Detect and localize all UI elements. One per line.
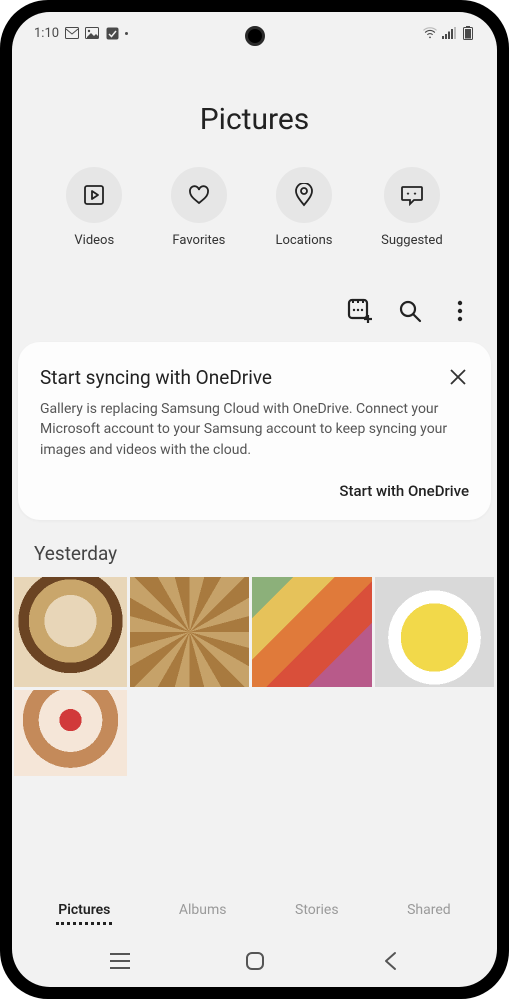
nav-back-button[interactable] bbox=[376, 947, 404, 975]
quick-access-row: Videos Favorites Locations bbox=[12, 167, 497, 248]
bottom-tabs: Pictures Albums Stories Shared bbox=[12, 878, 497, 935]
back-icon bbox=[383, 951, 397, 971]
quick-label: Locations bbox=[275, 233, 332, 248]
thumbnail-grid bbox=[12, 577, 497, 776]
battery-icon bbox=[461, 26, 475, 40]
status-time: 1:10 bbox=[34, 26, 59, 41]
recents-icon bbox=[109, 952, 131, 970]
tab-stories[interactable]: Stories bbox=[293, 898, 341, 925]
tab-pictures[interactable]: Pictures bbox=[56, 898, 112, 925]
more-icon bbox=[457, 300, 463, 322]
card-action-button[interactable]: Start with OneDrive bbox=[40, 482, 469, 500]
dot-icon bbox=[125, 32, 128, 35]
suggested-icon bbox=[400, 184, 424, 206]
photo-thumbnail[interactable] bbox=[130, 577, 248, 687]
create-button[interactable] bbox=[347, 298, 373, 324]
photo-thumbnail[interactable] bbox=[252, 577, 373, 687]
card-title: Start syncing with OneDrive bbox=[40, 366, 272, 389]
image-icon bbox=[85, 26, 99, 40]
front-camera-cutout bbox=[245, 26, 265, 46]
quick-favorites[interactable]: Favorites bbox=[171, 167, 227, 248]
search-button[interactable] bbox=[397, 298, 423, 324]
photo-thumbnail[interactable] bbox=[375, 577, 493, 687]
toolbar bbox=[12, 298, 497, 342]
nav-recents-button[interactable] bbox=[106, 947, 134, 975]
create-gif-icon bbox=[347, 298, 373, 324]
quick-videos[interactable]: Videos bbox=[66, 167, 122, 248]
card-close-button[interactable] bbox=[449, 368, 469, 388]
tab-albums[interactable]: Albums bbox=[177, 898, 229, 925]
wifi-icon bbox=[423, 26, 437, 40]
quick-locations[interactable]: Locations bbox=[275, 167, 332, 248]
mail-icon bbox=[65, 26, 79, 40]
tab-shared[interactable]: Shared bbox=[405, 898, 453, 925]
nav-home-button[interactable] bbox=[241, 947, 269, 975]
play-icon bbox=[83, 184, 105, 206]
search-icon bbox=[398, 299, 422, 323]
more-button[interactable] bbox=[447, 298, 473, 324]
quick-suggested[interactable]: Suggested bbox=[381, 167, 443, 248]
check-icon bbox=[105, 26, 119, 40]
page-title: Pictures bbox=[12, 102, 497, 137]
quick-label: Videos bbox=[74, 233, 114, 248]
quick-label: Favorites bbox=[172, 233, 225, 248]
location-icon bbox=[294, 183, 314, 207]
close-icon bbox=[449, 368, 469, 386]
onedrive-sync-card: Start syncing with OneDrive Gallery is r… bbox=[18, 342, 491, 520]
signal-icon bbox=[442, 26, 456, 40]
quick-label: Suggested bbox=[381, 233, 443, 248]
section-title: Yesterday bbox=[12, 538, 497, 577]
system-nav-bar bbox=[12, 935, 497, 987]
photo-thumbnail[interactable] bbox=[14, 577, 127, 687]
heart-icon bbox=[188, 185, 210, 205]
card-body: Gallery is replacing Samsung Cloud with … bbox=[40, 399, 469, 460]
photo-thumbnail[interactable] bbox=[14, 690, 127, 776]
home-icon bbox=[245, 951, 265, 971]
